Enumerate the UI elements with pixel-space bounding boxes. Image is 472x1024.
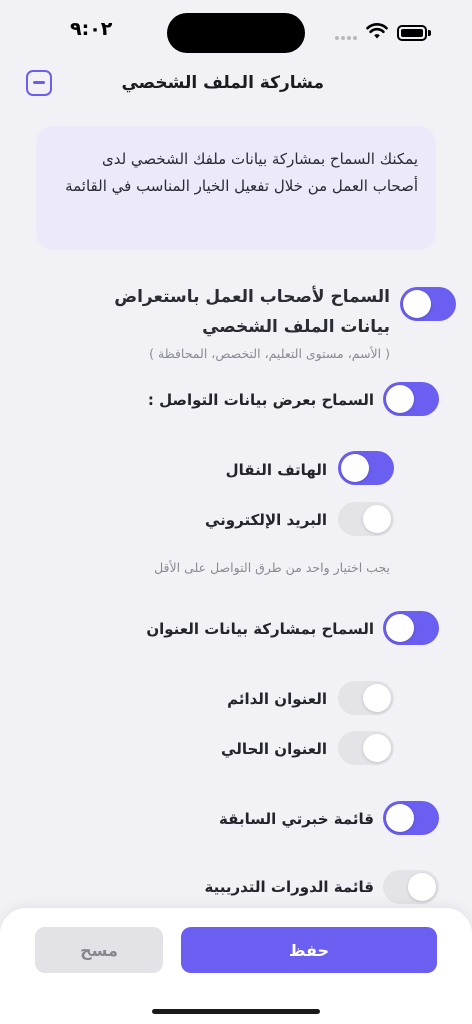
bottom-action-bar: حفظ مسح xyxy=(0,908,472,1024)
permanent-address-toggle[interactable] xyxy=(338,681,394,715)
experience-toggle[interactable] xyxy=(383,801,439,835)
page-title: مشاركة الملف الشخصي xyxy=(121,73,324,93)
current-address-label: العنوان الحالي xyxy=(221,740,327,758)
status-bar: ٩:٠٢ xyxy=(0,0,472,64)
main-toggle-subtext: ( الأسم، مستوى التعليم، التخصص، المحافظة… xyxy=(149,346,390,361)
collapse-icon[interactable] xyxy=(26,70,52,96)
contact-toggle-label: السماح بعرض بيانات التواصل : xyxy=(147,391,374,409)
email-label: البريد الإلكتروني xyxy=(205,511,327,529)
signal-icon xyxy=(335,36,359,42)
mobile-toggle[interactable] xyxy=(338,451,394,485)
current-address-toggle[interactable] xyxy=(338,731,394,765)
main-toggle[interactable] xyxy=(400,287,456,321)
home-indicator xyxy=(152,1009,320,1014)
status-time: ٩:٠٢ xyxy=(70,18,113,40)
address-toggle[interactable] xyxy=(383,611,439,645)
wifi-icon xyxy=(366,23,388,39)
contact-hint: يجب اختيار واحد من طرق التواصل على الأقل xyxy=(154,560,390,575)
info-card: يمكنك السماح بمشاركة بيانات ملفك الشخصي … xyxy=(36,126,436,250)
header: مشاركة الملف الشخصي xyxy=(0,64,472,106)
permanent-address-label: العنوان الدائم xyxy=(227,690,327,708)
contact-toggle[interactable] xyxy=(383,382,439,416)
battery-icon xyxy=(397,25,431,41)
main-toggle-label: السماح لأصحاب العمل باستعراض بيانات المل… xyxy=(114,287,390,337)
info-text: يمكنك السماح بمشاركة بيانات ملفك الشخصي … xyxy=(65,150,418,195)
courses-label: قائمة الدورات التدريبية xyxy=(204,878,374,896)
mobile-label: الهاتف النقال xyxy=(225,461,327,479)
clear-button[interactable]: مسح xyxy=(35,927,163,973)
experience-label: قائمة خبرتي السابقة xyxy=(219,810,374,828)
email-toggle[interactable] xyxy=(338,502,394,536)
address-toggle-label: السماح بمشاركة بيانات العنوان xyxy=(146,620,374,638)
courses-toggle[interactable] xyxy=(383,870,439,904)
save-button[interactable]: حفظ xyxy=(181,927,437,973)
dynamic-island xyxy=(167,13,305,53)
